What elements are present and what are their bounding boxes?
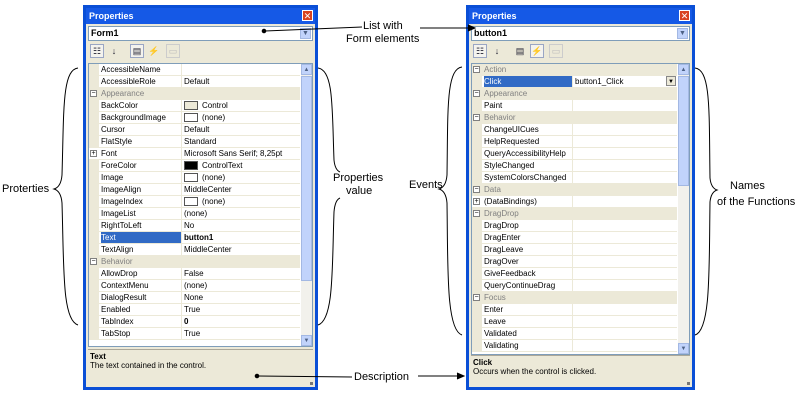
brace-properties-value-lower xyxy=(317,197,341,326)
brace-names xyxy=(694,67,719,336)
arrow-line-description xyxy=(257,375,353,378)
brace-proterties xyxy=(52,67,79,326)
annotation-lines xyxy=(52,24,719,380)
arrow-line-left-combo xyxy=(264,26,363,32)
brace-properties-value xyxy=(317,67,341,173)
arrow-dot-description xyxy=(254,373,260,379)
arrow-head-description-right xyxy=(456,372,466,380)
arrow-head-right-combo xyxy=(467,24,477,32)
brace-events xyxy=(437,66,463,336)
arrow-dot-left-combo xyxy=(261,28,267,34)
